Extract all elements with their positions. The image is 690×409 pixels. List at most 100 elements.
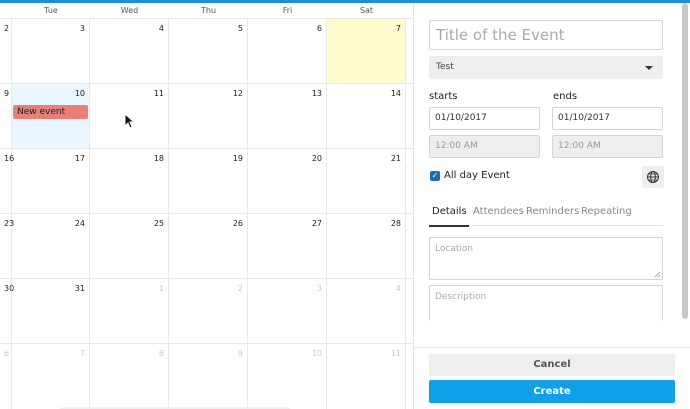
month-calendar: Tue Wed Thu Fri Sat 2 3 4 5 6 7 9 10 11 … — [0, 3, 413, 409]
end-time-field[interactable]: 12:00 AM — [552, 135, 663, 158]
day-cell[interactable]: 31 — [12, 279, 90, 343]
event-editor-panel: Title of the Event Test starts ends 01/1… — [414, 3, 690, 409]
day-number: 17 — [74, 154, 85, 163]
day-number: 12 — [232, 89, 243, 98]
day-number: 25 — [153, 219, 164, 228]
day-cell[interactable]: 13 — [248, 84, 327, 148]
tab-repeating[interactable]: Repeating — [581, 206, 632, 218]
day-number: 6 — [316, 24, 322, 33]
calendar-select-value: Test — [436, 62, 454, 72]
weekday-header: Tue Wed Thu Fri Sat — [0, 3, 413, 19]
calendar-week: 23 24 25 26 27 28 — [0, 214, 413, 279]
day-number: 2 — [237, 284, 243, 293]
day-cell-other-month[interactable]: 3 — [248, 279, 327, 343]
day-cell[interactable]: 3 — [12, 19, 90, 83]
tab-details[interactable]: Details — [432, 206, 467, 218]
day-number: 4 — [158, 24, 164, 33]
description-textarea[interactable]: Description — [429, 285, 663, 321]
day-cell[interactable]: 12 — [169, 84, 248, 148]
end-date-field[interactable]: 01/10/2017 — [552, 107, 663, 130]
day-cell-other-month[interactable]: 10 — [248, 344, 327, 409]
day-number: 26 — [232, 219, 243, 228]
day-cell[interactable]: 30 — [0, 279, 14, 343]
day-cell[interactable]: 18 — [90, 149, 169, 213]
chevron-down-icon — [645, 66, 653, 70]
location-placeholder: Location — [435, 244, 474, 254]
day-number: 18 — [153, 154, 164, 163]
day-cell[interactable]: 24 — [12, 214, 90, 278]
calendar-event[interactable]: New event — [13, 105, 88, 119]
day-number: 3 — [316, 284, 322, 293]
day-cell-other-month[interactable]: 8 — [90, 344, 169, 409]
day-cell[interactable]: 6 — [248, 19, 327, 83]
day-number: 24 — [74, 219, 85, 228]
day-number: 6 — [4, 349, 10, 358]
mouse-cursor-icon — [124, 113, 136, 129]
day-cell-other-month[interactable]: 2 — [169, 279, 248, 343]
globe-icon — [647, 171, 659, 183]
tab-attendees[interactable]: Attendees — [473, 206, 524, 218]
day-number: 5 — [237, 24, 243, 33]
day-cell-other-month[interactable]: 6 — [0, 344, 12, 409]
day-cell[interactable]: 26 — [169, 214, 248, 278]
day-cell[interactable]: 17 — [12, 149, 90, 213]
all-day-label: All day Event — [444, 170, 510, 181]
day-number: 19 — [232, 154, 243, 163]
day-number: 13 — [311, 89, 322, 98]
start-date-field[interactable]: 01/10/2017 — [429, 107, 540, 130]
active-tab-indicator — [429, 225, 469, 227]
weekday-sat: Sat — [359, 6, 374, 15]
day-number: 9 — [237, 349, 243, 358]
day-number: 3 — [79, 24, 85, 33]
day-cell[interactable]: 23 — [0, 214, 14, 278]
day-cell[interactable]: 25 — [90, 214, 169, 278]
day-cell-other-month[interactable]: 9 — [169, 344, 248, 409]
day-number: 8 — [158, 349, 164, 358]
cancel-button[interactable]: Cancel — [429, 354, 675, 376]
day-number: 10 — [311, 349, 322, 358]
day-cell[interactable]: 28 — [327, 214, 406, 278]
day-cell-other-month[interactable]: 11 — [327, 344, 406, 409]
tab-reminders[interactable]: Reminders — [526, 206, 579, 218]
calendar-week: 9 10 11 12 13 14 New event — [0, 84, 413, 149]
day-number: 11 — [153, 89, 164, 98]
calendar-select[interactable]: Test — [429, 56, 663, 79]
day-cell[interactable]: 14 — [327, 84, 406, 148]
day-cell-other-month[interactable]: 7 — [12, 344, 90, 409]
timezone-button[interactable] — [642, 166, 664, 188]
day-cell[interactable]: 20 — [248, 149, 327, 213]
day-cell-other-month[interactable]: 1 — [90, 279, 169, 343]
day-cell[interactable]: 16 — [0, 149, 14, 213]
day-cell-today[interactable]: 7 — [327, 19, 406, 83]
create-button[interactable]: Create — [429, 380, 675, 403]
ends-label: ends — [553, 91, 578, 102]
day-number: 11 — [390, 349, 401, 358]
description-placeholder: Description — [435, 292, 487, 302]
day-number: 31 — [74, 284, 85, 293]
day-number: 27 — [311, 219, 322, 228]
day-number: 7 — [79, 349, 85, 358]
day-cell[interactable]: 5 — [169, 19, 248, 83]
location-textarea[interactable]: Location — [429, 237, 663, 280]
day-number: 7 — [395, 24, 401, 33]
day-cell[interactable]: 4 — [90, 19, 169, 83]
start-time-field[interactable]: 12:00 AM — [429, 135, 540, 158]
day-cell[interactable]: 21 — [327, 149, 406, 213]
footer-divider — [414, 347, 690, 348]
day-cell[interactable]: 2 — [0, 19, 12, 83]
calendar-week: 30 31 1 2 3 4 — [0, 279, 413, 344]
day-number: 14 — [390, 89, 401, 98]
day-number: 10 — [74, 89, 85, 98]
calendar-week: 16 17 18 19 20 21 — [0, 149, 413, 214]
day-cell[interactable]: 9 — [0, 84, 12, 148]
event-title-input[interactable]: Title of the Event — [429, 20, 663, 50]
day-cell-other-month[interactable]: 4 — [327, 279, 406, 343]
starts-label: starts — [429, 91, 458, 102]
day-cell[interactable]: 19 — [169, 149, 248, 213]
all-day-checkbox[interactable]: ✓ — [430, 171, 440, 181]
panel-scrollbar[interactable] — [682, 3, 688, 319]
resize-handle-icon[interactable] — [654, 271, 661, 278]
day-number: 2 — [4, 24, 10, 33]
day-number: 21 — [390, 154, 401, 163]
day-cell[interactable]: 27 — [248, 214, 327, 278]
